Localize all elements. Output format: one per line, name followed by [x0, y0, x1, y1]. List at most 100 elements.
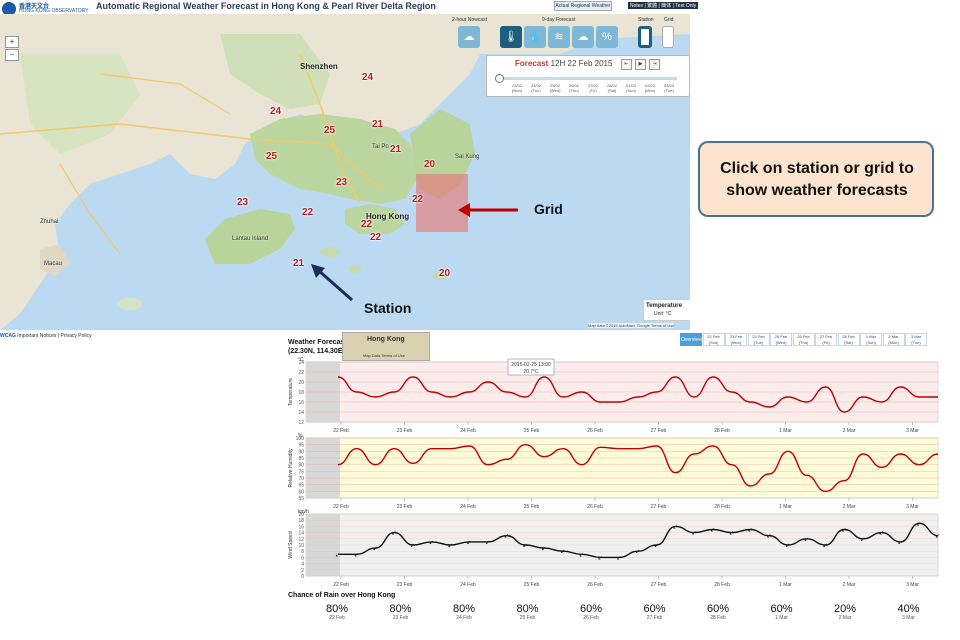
x-tick-label: 22 Feb: [333, 504, 349, 510]
tab-day[interactable]: 23 Feb (Mon): [725, 333, 747, 346]
tab-day[interactable]: 25 Feb (Wed): [770, 333, 792, 346]
x-tick-label: 24 Feb: [460, 428, 476, 434]
rain-chance-icon[interactable]: %: [596, 26, 618, 48]
tooltip-time: 2015-02-25 13:00: [511, 362, 551, 368]
tab-weekday: (Wed): [775, 340, 787, 345]
station-temp[interactable]: 24: [362, 72, 373, 83]
place-label: Hong Kong: [366, 212, 410, 221]
place-label: Lantau Island: [232, 236, 269, 242]
slider-date-label[interactable]: 01/03 (Sun): [623, 83, 639, 93]
tab-day[interactable]: 3 Mar (Tue): [905, 333, 927, 346]
tab-overview[interactable]: Overview: [680, 333, 702, 346]
x-tick-label: 25 Feb: [524, 504, 540, 510]
tab-weekday: (Tue): [911, 340, 921, 345]
rain-chance-date: 26 Feb: [583, 615, 599, 621]
forecast-slider-track[interactable]: [497, 77, 677, 80]
slider-date-label[interactable]: 23/02 (Mon): [509, 83, 525, 93]
footer-link-text[interactable]: Important Notices | Privacy Policy: [17, 333, 91, 339]
station-toggle[interactable]: [638, 26, 652, 48]
x-tick-label: 24 Feb: [460, 582, 476, 588]
tab-day[interactable]: 24 Feb (Tue): [747, 333, 770, 346]
station-temp[interactable]: 20: [424, 159, 435, 170]
station-temp[interactable]: 22: [361, 219, 372, 230]
tab-weekday: (Mon): [730, 340, 742, 345]
tab-weekday: (Tue): [753, 340, 764, 345]
nav-play-button[interactable]: ▶: [635, 59, 646, 70]
top-links[interactable]: Notes | 繁體 | 簡体 | Text Only: [628, 2, 699, 9]
slider-date-label[interactable]: 25/02 (Wed): [547, 83, 563, 93]
y-unit-label: km/h: [298, 509, 309, 515]
wind-arrow-icon: ↙: [560, 548, 565, 555]
wind-arrow-icon: ↙: [335, 551, 340, 558]
nav-last-button[interactable]: ⇥: [649, 59, 660, 70]
y-tick-label: 12: [298, 537, 304, 543]
tab-day[interactable]: 26 Feb (Thu): [792, 333, 815, 346]
wind-arrow-icon: ↙: [898, 539, 903, 546]
slider-date-label[interactable]: 02/03 (Mon): [642, 83, 658, 93]
station-temp[interactable]: 23: [336, 177, 347, 188]
station-temp[interactable]: 22: [370, 232, 381, 243]
zoom-in-button[interactable]: +: [5, 36, 19, 48]
tab-day[interactable]: 28 Feb (Sat): [837, 333, 860, 346]
rain-chance-value: 60%: [643, 603, 666, 615]
wind-arrow-icon: ↙: [391, 530, 396, 537]
y-tick-label: 4: [301, 562, 304, 568]
rain-chance-value: 60%: [770, 603, 793, 615]
station-temp[interactable]: 21: [372, 119, 383, 130]
wind-icon[interactable]: ≋: [548, 26, 570, 48]
tab-day[interactable]: 27 Feb (Fri): [815, 333, 837, 346]
rain-chance-value: 80%: [516, 603, 539, 615]
rain-chance-date: 24 Feb: [456, 615, 472, 621]
tab-weekday: (Sun): [708, 340, 719, 345]
humidity-drop-icon[interactable]: 💧: [524, 26, 546, 48]
rain-chance-date: 28 Feb: [710, 615, 726, 621]
slider-date-label[interactable]: 26/02 (Thu): [566, 83, 582, 93]
tab-day[interactable]: 1 Mar (Sun): [860, 333, 882, 346]
wcag-badge-icon: WCAG: [0, 333, 16, 339]
slider-weekday: (Tue): [664, 88, 674, 93]
slider-date-label[interactable]: 24/02 (Tue): [528, 83, 544, 93]
slider-date-label[interactable]: 27/02 (Fri): [585, 83, 601, 93]
wind-arrow-icon: ↙: [541, 545, 546, 552]
station-temp[interactable]: 23: [237, 197, 248, 208]
zoom-out-button[interactable]: −: [5, 49, 19, 61]
station-temp[interactable]: 25: [324, 125, 335, 136]
station-temp[interactable]: 24: [270, 106, 281, 117]
rain-chance-item: 60% 26 Feb: [566, 603, 616, 621]
wind-arrow-icon: ↙: [766, 533, 771, 540]
grid-toggle[interactable]: [662, 26, 674, 48]
wind-arrow-icon: ↙: [635, 548, 640, 555]
place-label: Shenzhen: [300, 62, 338, 71]
grid-temp[interactable]: 22: [412, 194, 423, 205]
wind-arrow-icon: ↙: [691, 530, 696, 537]
station-temp[interactable]: 22: [302, 207, 313, 218]
footer-links[interactable]: WCAG Important Notices | Privacy Policy: [0, 333, 92, 339]
rain-chance-item: 20% 2 Mar: [820, 603, 870, 621]
rain-chance-value: 60%: [579, 603, 603, 615]
hko-logo[interactable]: 香港天文台 HONG KONG OBSERVATORY: [2, 1, 92, 16]
slider-date-label[interactable]: 03/03 (Tue): [661, 83, 677, 93]
wind-arrow-icon: ↙: [410, 542, 415, 549]
actual-weather-button[interactable]: Actual Regional Weather: [554, 1, 612, 11]
station-temp[interactable]: 25: [266, 151, 277, 162]
rain-chance-date: 25 Feb: [519, 615, 536, 621]
wind-arrow-icon: ↙: [673, 523, 678, 530]
tab-day[interactable]: 22 Feb (Sun): [702, 333, 725, 346]
station-temp[interactable]: 21: [293, 258, 304, 269]
rain-cloud-icon[interactable]: ☁: [458, 26, 480, 48]
slider-date-label[interactable]: 28/02 (Sat): [604, 83, 620, 93]
y-tick-label: 90: [298, 449, 304, 455]
cloud-icon[interactable]: ☁: [572, 26, 594, 48]
y-tick-label: 22: [298, 370, 304, 376]
tab-day[interactable]: 2 Mar (Mon): [882, 333, 905, 346]
forecast-slider-handle[interactable]: [495, 74, 504, 83]
nav-first-button[interactable]: ⇤: [621, 59, 632, 70]
y-tick-label: 20: [298, 380, 304, 386]
station-temp[interactable]: 21: [390, 144, 401, 155]
thermometer-icon[interactable]: 🌡: [500, 26, 522, 48]
y-tick-label: 16: [298, 400, 304, 406]
wind-arrow-icon: ↙: [616, 554, 621, 561]
station-temp[interactable]: 20: [439, 268, 450, 279]
wind-arrow-icon: ↙: [879, 530, 884, 537]
rain-chance-item: 80% 22 Feb: [312, 603, 362, 621]
